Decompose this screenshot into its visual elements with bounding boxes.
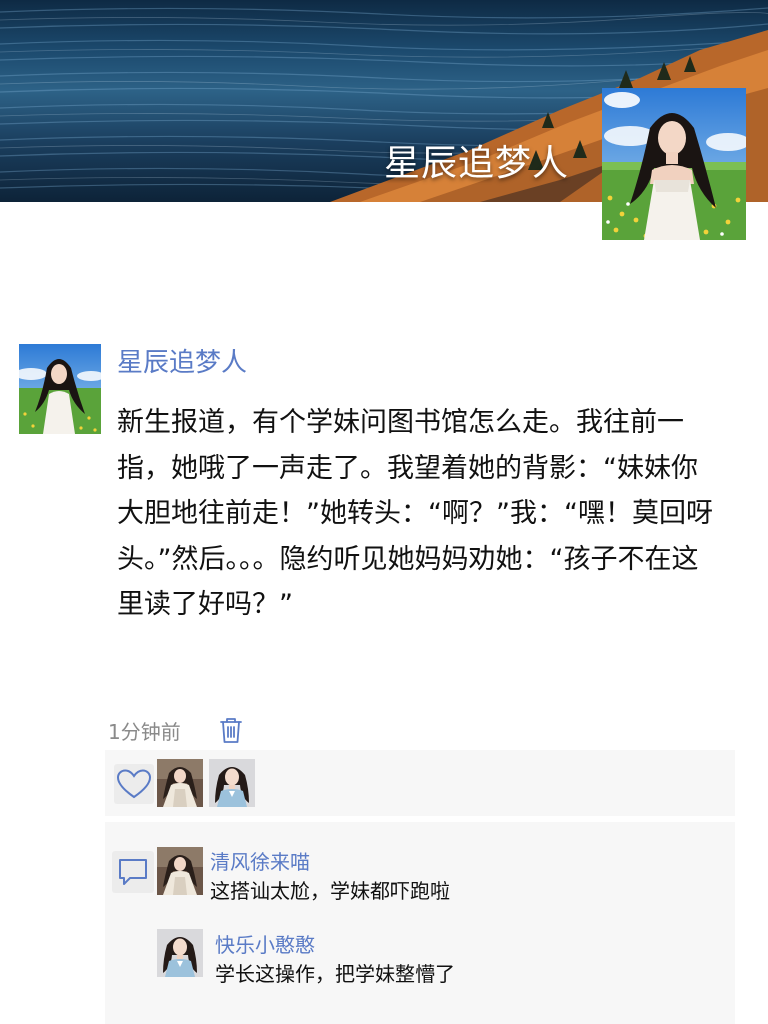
comment-author[interactable]: 清风徐来喵 [210, 846, 310, 875]
girl-in-white-dress-avatar-icon [157, 759, 203, 807]
comments-panel: 清风徐来喵 这搭讪太尬，学妹都吓跑啦 快乐小憨憨 学长这操作，把学妹整懵了 [105, 822, 735, 1024]
profile-avatar[interactable] [602, 88, 746, 240]
like-avatar-1[interactable] [157, 759, 203, 807]
comment-author[interactable]: 快乐小憨憨 [215, 929, 315, 958]
comment-text: 学长这操作，把学妹整懵了 [215, 962, 455, 986]
delete-icon-graphic [220, 718, 242, 743]
trash-icon[interactable] [219, 716, 243, 744]
like-heart-glyph [117, 769, 151, 799]
comment-glyph [119, 859, 147, 885]
girl-in-meadow-avatar-icon [19, 344, 101, 434]
like-avatar-2[interactable] [209, 759, 255, 807]
post-author-avatar[interactable] [19, 344, 101, 434]
comment-text: 这搭讪太尬，学妹都吓跑啦 [210, 879, 450, 903]
post-author-name[interactable]: 星辰追梦人 [117, 342, 247, 379]
comment-bubble-icon[interactable] [112, 851, 154, 893]
post-content: 新生报道，有个学妹问图书馆怎么走。我往前一指，她哦了一声走了。我望着她的背影：“… [117, 407, 713, 620]
post-timestamp: 1分钟前 [108, 720, 181, 744]
heart-icon[interactable] [114, 764, 154, 804]
girl-in-blue-dress-avatar-icon [157, 929, 203, 977]
comment-avatar[interactable] [157, 847, 203, 895]
cover-title: 星辰追梦人 [384, 143, 570, 184]
comment-avatar[interactable] [157, 929, 203, 977]
likes-panel [105, 750, 735, 816]
girl-in-meadow-avatar-icon [602, 88, 746, 240]
girl-in-blue-dress-avatar-icon [209, 759, 255, 807]
girl-in-white-dress-avatar-icon [157, 847, 203, 895]
